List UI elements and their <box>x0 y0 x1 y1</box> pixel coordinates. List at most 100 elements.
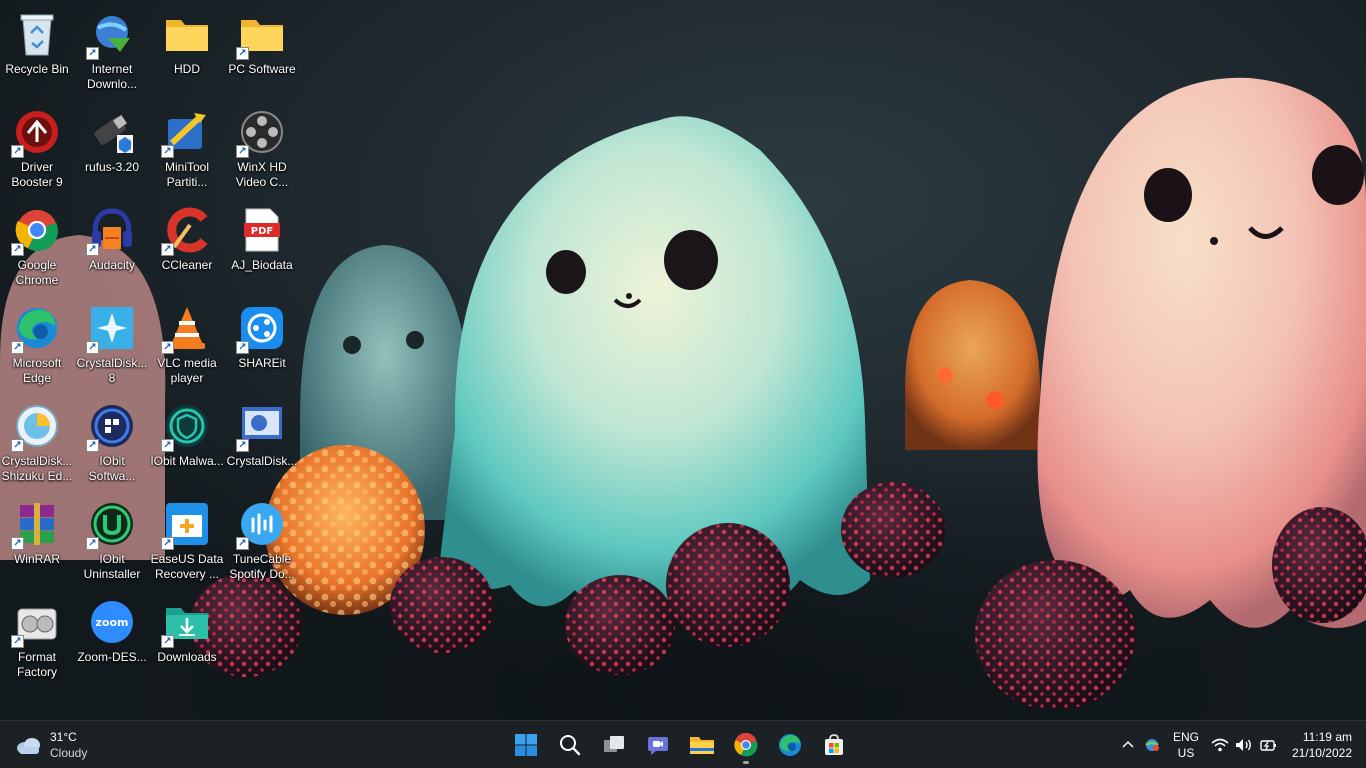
shortcut-arrow-icon: ↗ <box>161 145 174 158</box>
clock-time: 11:19 am <box>1302 730 1352 744</box>
desktop-icon-format-factory[interactable]: ↗ Format Factory <box>0 592 74 688</box>
ccleaner-icon: ↗ <box>161 206 211 256</box>
iobit-uninstaller-icon: ↗ <box>86 500 136 550</box>
desktop-icon-recycle-bin[interactable]: Recycle Bin <box>0 4 74 100</box>
desktop-icon-label: CrystalDisk... 8 <box>76 356 148 385</box>
desktop-icons-grid: Recycle Bin ↗ Internet Downlo... HDD ↗ PC Sof… <box>0 0 300 720</box>
edge-icon <box>779 734 801 756</box>
tray-app-button[interactable] <box>1140 721 1164 768</box>
task-view-button[interactable] <box>594 725 634 765</box>
desktop-icon-driver-booster-9[interactable]: ↗ Driver Booster 9 <box>0 102 74 198</box>
file-explorer-button[interactable] <box>682 725 722 765</box>
desktop-icon-crystaldisk-8[interactable]: ↗ CrystalDisk... 8 <box>75 298 149 394</box>
shortcut-arrow-icon: ↗ <box>11 145 24 158</box>
format-factory-icon: ↗ <box>11 598 61 648</box>
desktop-icon-crystaldisk-shizuku-ed[interactable]: ↗ CrystalDisk... Shizuku Ed... <box>0 396 74 492</box>
zoom-icon: zoom <box>88 598 136 646</box>
desktop-icon-label: CrystalDisk... Shizuku Ed... <box>1 454 73 483</box>
shortcut-arrow-icon: ↗ <box>86 47 99 60</box>
desktop-icon-aj-biodata[interactable]: PDF AJ_Biodata <box>225 200 299 296</box>
shortcut-arrow-icon: ↗ <box>161 537 174 550</box>
weather-temperature: 31°C <box>50 730 77 744</box>
shortcut-arrow-icon: ↗ <box>11 635 24 648</box>
system-tray: ENG US 11:19 am 21/10/2022 <box>1116 721 1366 768</box>
desktop-icon-ccleaner[interactable]: ↗ CCleaner <box>150 200 224 296</box>
search-icon <box>560 735 581 756</box>
desktop-icon-tunecable-spotify-do[interactable]: ↗ TuneCable Spotify Do... <box>225 494 299 590</box>
desktop-icon-label: IObit Softwa... <box>88 454 136 483</box>
language-code: ENG <box>1172 730 1199 744</box>
store-taskbar-button[interactable] <box>814 725 854 765</box>
svg-text:PDF: PDF <box>251 226 273 237</box>
audacity-icon: ↗ <box>86 206 136 256</box>
shortcut-arrow-icon: ↗ <box>161 635 174 648</box>
edge-taskbar-button[interactable] <box>770 725 810 765</box>
desktop-icon-rufus-3-20[interactable]: rufus-3.20 <box>75 102 149 198</box>
shortcut-arrow-icon: ↗ <box>11 243 24 256</box>
desktop-icon-microsoft-edge[interactable]: ↗ Microsoft Edge <box>0 298 74 394</box>
rufus-icon <box>88 108 136 156</box>
teams-chat-icon <box>648 737 668 755</box>
desktop-icon-easeus-data-recovery[interactable]: ↗ EaseUS Data Recovery ... <box>150 494 224 590</box>
shortcut-arrow-icon: ↗ <box>86 243 99 256</box>
desktop-icon-label: TuneCable Spotify Do... <box>229 552 295 581</box>
iobit-software-icon: ↗ <box>86 402 136 452</box>
shortcut-arrow-icon: ↗ <box>161 243 174 256</box>
desktop-icon-label: VLC media player <box>157 356 217 385</box>
desktop-icon-label: Downloads <box>157 650 217 664</box>
search-button[interactable] <box>550 725 590 765</box>
desktop-icon-label: Google Chrome <box>15 258 59 287</box>
desktop-icon-winrar[interactable]: ↗ WinRAR <box>0 494 74 590</box>
desktop-icon-label: PC Software <box>228 62 296 76</box>
folder-icon <box>163 10 211 58</box>
desktop-icon-iobit-softwa[interactable]: ↗ IObit Softwa... <box>75 396 149 492</box>
clock[interactable]: 11:19 am 21/10/2022 <box>1280 729 1366 761</box>
desktop-icon-minitool-partiti[interactable]: ↗ MiniTool Partiti... <box>150 102 224 198</box>
desktop-icon-internet-downlo[interactable]: ↗ Internet Downlo... <box>75 4 149 100</box>
tunecable-icon: ↗ <box>236 500 286 550</box>
desktop-icon-label: IObit Uninstaller <box>83 552 141 581</box>
desktop-icon-label: WinRAR <box>13 552 60 566</box>
desktop-icon-audacity[interactable]: ↗ Audacity <box>75 200 149 296</box>
easeus-icon: ↗ <box>161 500 211 550</box>
desktop-icon-label: AJ_Biodata <box>231 258 293 272</box>
shortcut-arrow-icon: ↗ <box>236 145 249 158</box>
shortcut-arrow-icon: ↗ <box>86 341 99 354</box>
clock-date: 21/10/2022 <box>1291 746 1352 760</box>
winx-icon: ↗ <box>236 108 286 158</box>
desktop-icon-pc-software[interactable]: ↗ PC Software <box>225 4 299 100</box>
volume-icon <box>1236 739 1251 751</box>
desktop-icon-label: IObit Malwa... <box>150 454 224 468</box>
desktop-icon-vlc-media-player[interactable]: ↗ VLC media player <box>150 298 224 394</box>
quick-settings-button[interactable] <box>1208 721 1280 768</box>
chat-button[interactable] <box>638 725 678 765</box>
start-button[interactable] <box>506 725 546 765</box>
desktop-icon-iobit-malwa[interactable]: ↗ IObit Malwa... <box>150 396 224 492</box>
desktop-icon-label: Format Factory <box>16 650 57 679</box>
weather-widget[interactable]: 31°C Cloudy <box>16 727 136 763</box>
desktop-icon-crystaldisk[interactable]: ↗ CrystalDisk... <box>225 396 299 492</box>
show-hidden-icons-button[interactable] <box>1116 721 1140 768</box>
desktop-icon-hdd[interactable]: HDD <box>150 4 224 100</box>
desktop-icon-google-chrome[interactable]: ↗ Google Chrome <box>0 200 74 296</box>
crystaldisk-icon: ↗ <box>86 304 136 354</box>
desktop-icon-label: HDD <box>174 62 200 76</box>
language-indicator[interactable]: ENG US <box>1164 729 1208 761</box>
desktop-icon-winx-hd-video-c[interactable]: ↗ WinX HD Video C... <box>225 102 299 198</box>
desktop-icon-label: Microsoft Edge <box>12 356 62 385</box>
taskbar-apps <box>506 725 854 765</box>
taskbar: 31°C Cloudy ENG US 11:19 am 21/10/2022 <box>0 720 1366 768</box>
desktop-icon-zoom-des[interactable]: zoom Zoom-DES... <box>75 592 149 688</box>
desktop-icon-label: Audacity <box>88 258 136 272</box>
shortcut-arrow-icon: ↗ <box>11 439 24 452</box>
desktop-icon-downloads[interactable]: ↗ Downloads <box>150 592 224 688</box>
desktop-icon-label: SHAREit <box>238 356 286 370</box>
vlc-icon: ↗ <box>161 304 211 354</box>
desktop-icon-label: WinX HD Video C... <box>235 160 289 189</box>
desktop-icon-label: Driver Booster 9 <box>11 160 63 189</box>
chrome-taskbar-button[interactable] <box>726 725 766 765</box>
desktop-icon-iobit-uninstaller[interactable]: ↗ IObit Uninstaller <box>75 494 149 590</box>
chevron-up-icon <box>1122 740 1134 748</box>
shortcut-arrow-icon: ↗ <box>236 341 249 354</box>
desktop-icon-shareit[interactable]: ↗ SHAREit <box>225 298 299 394</box>
